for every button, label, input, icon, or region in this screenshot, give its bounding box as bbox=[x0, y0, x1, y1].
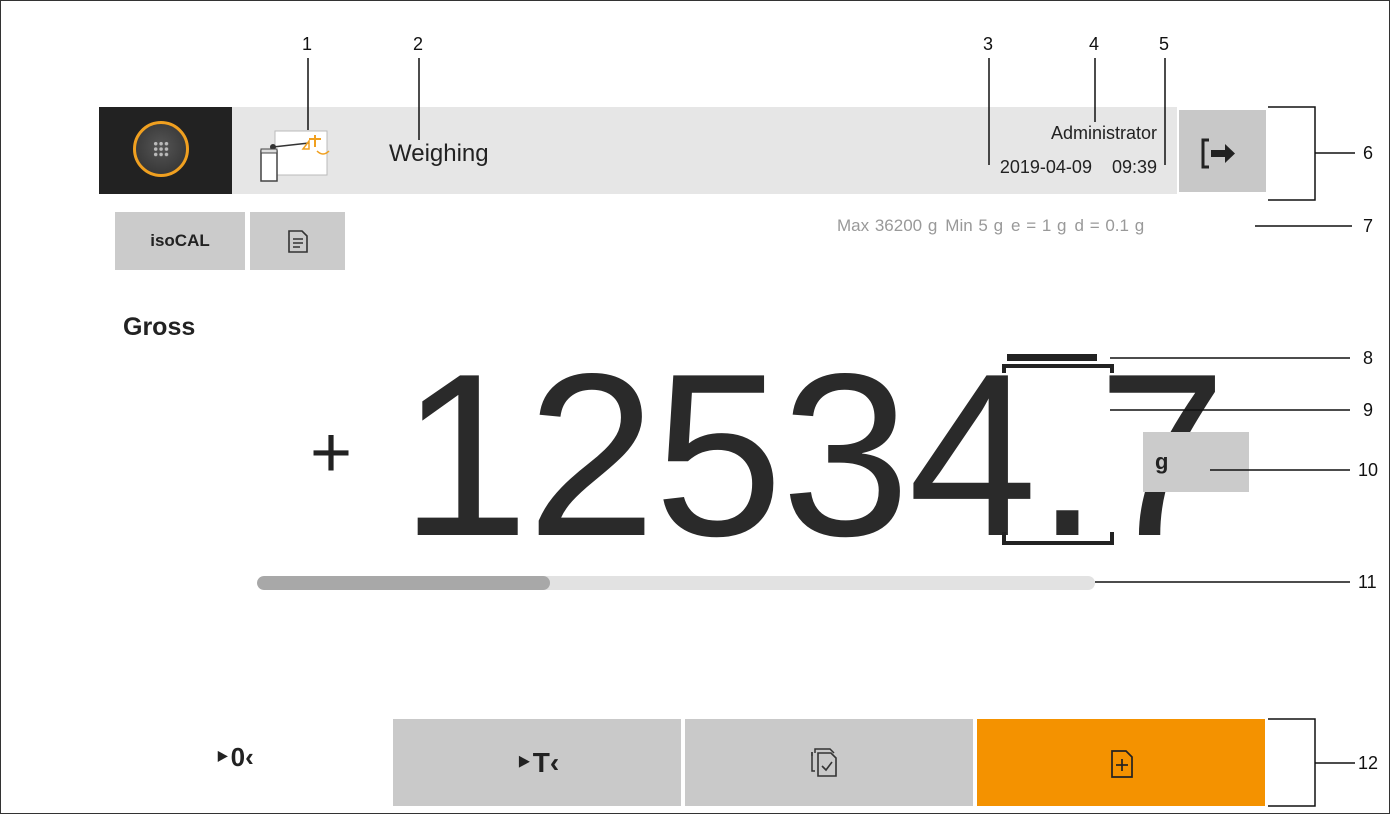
callout-12: 12 bbox=[1358, 753, 1379, 773]
callout-8: 8 bbox=[1363, 348, 1374, 368]
callout-5: 5 bbox=[1159, 34, 1170, 54]
callout-4: 4 bbox=[1089, 34, 1100, 54]
callout-6: 6 bbox=[1363, 143, 1374, 163]
callout-1: 1 bbox=[302, 34, 313, 54]
callout-10: 10 bbox=[1358, 460, 1379, 480]
callout-7: 7 bbox=[1363, 216, 1374, 236]
callout-11: 11 bbox=[1358, 572, 1377, 592]
callout-3: 3 bbox=[983, 34, 994, 54]
callout-lines bbox=[307, 58, 1355, 807]
callout-9: 9 bbox=[1363, 400, 1374, 420]
callout-2: 2 bbox=[413, 34, 424, 54]
